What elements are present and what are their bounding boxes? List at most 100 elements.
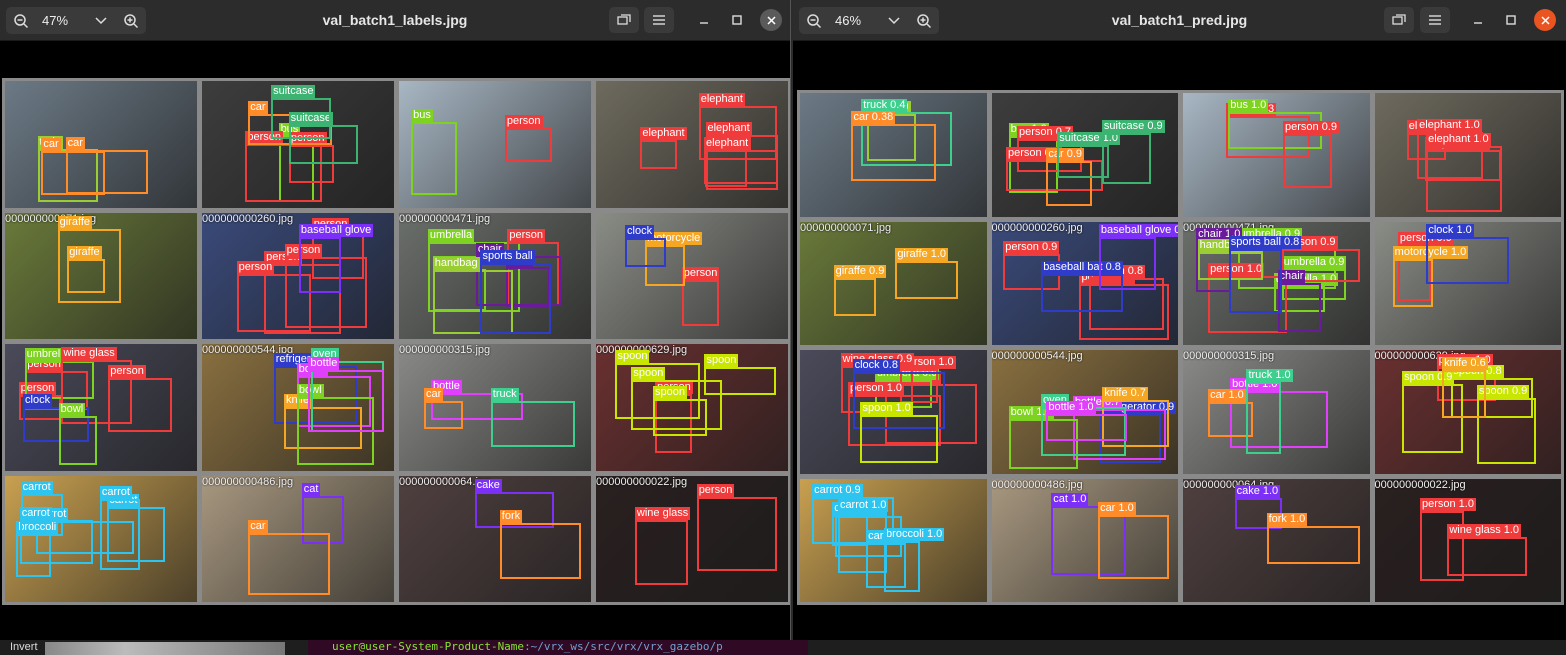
bounding-box [1266,526,1361,565]
tile-filename: 000000000315.jpg [399,344,491,356]
bounding-box [298,236,341,293]
mosaic-tile: carrot carrot carrot carrot broccoli carrot [5,475,197,602]
terminal-prompt[interactable]: user@user-System-Product-Name:~/vrx_ws/s… [308,640,808,655]
detection-label: carrot [19,506,52,520]
mosaic-tile: bus person person car suitcase suitcase [202,81,394,208]
close-icon[interactable] [1534,9,1556,31]
mosaic-tile: 000000000022.jpg person wine glass [596,475,788,602]
detection-label: carrot [99,486,132,500]
bounding-box [652,398,707,436]
image-mosaic: traincarcarbuspersonpersoncarsuitcasesui… [2,78,790,605]
detection-label: person [108,365,146,379]
minimize-icon[interactable] [1467,9,1489,31]
detection-label: car [65,137,85,151]
bounding-box [504,127,552,162]
bounding-box [423,400,464,429]
maximize-icon[interactable] [1500,9,1522,31]
mosaic-tile: 000000000544.jpgrefrigeratorbottleknifeb… [202,344,394,471]
detection-label: spoon [615,349,650,363]
detection-label: clock 1.0 [1426,223,1474,237]
mosaic-tile: bus 1.0person 0.7person 0.9car 0.9suitca… [991,93,1178,217]
background-desktop-strip: Invert user@user-System-Product-Name:~/v… [0,640,1566,655]
tile-filename: 000000000471.jpg [399,212,491,225]
minimize-icon[interactable] [693,9,715,31]
detection-label: car 1.0 [1098,501,1136,515]
mosaic-tile: 000000000315.jpg bottle 1.0 car 1.0 truck 1… [1183,350,1370,474]
bounding-box [1046,413,1128,442]
maximize-icon[interactable] [726,9,748,31]
detection-label: broccoli 1.0 [884,527,945,541]
zoom-out-icon[interactable] [799,7,829,34]
bounding-box [860,415,939,463]
header-bar: 47% val_batch1_labels.jpg [0,0,790,41]
detection-label: elephant [704,137,751,151]
bounding-box [108,378,173,433]
detection-label: car 0.38 [851,110,896,124]
mosaic-tile: elephantelephantelephantelephantelephant [596,81,788,208]
detection-label: person [681,267,720,281]
header-bar: 46% val_batch1_pred.jpg [793,0,1566,41]
detection-label: bottle [308,357,340,371]
detection-label: carrot 1.0 [837,499,889,513]
hamburger-menu-icon[interactable] [1420,7,1450,33]
bounding-box [1277,283,1321,333]
detection-label: bus 1.0 [1228,99,1269,113]
detection-label: clock 0.8 [852,358,900,372]
mosaic-tile: 000000000544.jpg refrigerator 0.9 bottle 0… [991,350,1178,474]
mosaic-tile: 000000000071.jpg giraffe 1.0 giraffe 0.9 [800,221,987,345]
zoom-in-icon[interactable] [116,7,146,34]
bounding-box [1426,236,1510,284]
detection-label: handbag [432,256,480,270]
invert-label: Invert [10,641,38,653]
chevron-down-icon[interactable] [879,7,909,34]
close-icon[interactable] [760,9,782,31]
detection-label: clock [625,224,655,238]
image-mosaic: train 0.9truck 0.4car 0.38bus 1.0person … [797,90,1564,605]
detection-label: person 1.0 [1419,498,1476,512]
mosaic-tile: person person umbrella wine glass person cloc… [5,344,197,471]
tile-filename: 000000000022.jpg [596,475,688,488]
bounding-box [19,519,93,564]
detection-label: chair [1277,270,1306,284]
bounding-box [1098,514,1169,579]
zoom-level[interactable]: 47% [36,13,86,28]
hamburger-menu-icon[interactable] [644,7,674,33]
detection-label: person [236,261,275,275]
bounding-box [271,97,332,139]
zoom-level[interactable]: 46% [829,13,879,28]
detection-label: wine glass [634,506,691,520]
detection-label: fork 1.0 [1266,513,1308,526]
detection-label: wine glass [61,346,117,360]
tile-filename: 000000000260.jpg [202,212,294,225]
mosaic-tile: traincarcar [5,81,197,208]
bounding-box [833,277,876,316]
detection-label: car 1.0 [1208,389,1246,403]
mosaic-tile: 000000000315.jpg bottle car truck [399,344,591,471]
detection-label: fork [499,510,523,524]
zoom-in-icon[interactable] [909,7,939,34]
detection-label: suitcase 0.9 [1101,119,1165,133]
bounding-box [895,261,958,300]
mosaic-tile: 000000000486.jpg cat car [202,475,394,602]
slideshow-icon[interactable] [1384,7,1414,33]
mosaic-tile: 000000000629.jpgpersonspoonspoonspoonspo… [596,344,788,471]
mosaic-tile: 000000000064.jpg cake fork [399,475,591,602]
detection-label: cat 1.0 [1051,493,1089,507]
chevron-down-icon[interactable] [86,7,116,34]
detection-label: truck [490,388,519,402]
bounding-box [1228,249,1282,313]
prompt-path: :~/vrx_ws/src/vrx/vrx_gazebo/p [524,640,723,653]
bounding-box [248,532,330,595]
background-thumbnail [45,642,285,655]
zoom-controls: 46% [799,7,939,34]
slideshow-icon[interactable] [609,7,639,33]
detection-label: umbrella [427,228,475,242]
detection-label: sports ball [480,249,535,263]
zoom-controls: 47% [6,7,146,34]
tile-filename: 000000000486.jpg [991,478,1083,491]
mosaic-tile: person motorcycle clock [596,212,788,339]
detection-label: knife 0.7 [1102,387,1148,401]
detection-label: sports ball 0.8 [1228,236,1302,250]
bounding-box [634,519,688,586]
zoom-out-icon[interactable] [6,7,36,34]
